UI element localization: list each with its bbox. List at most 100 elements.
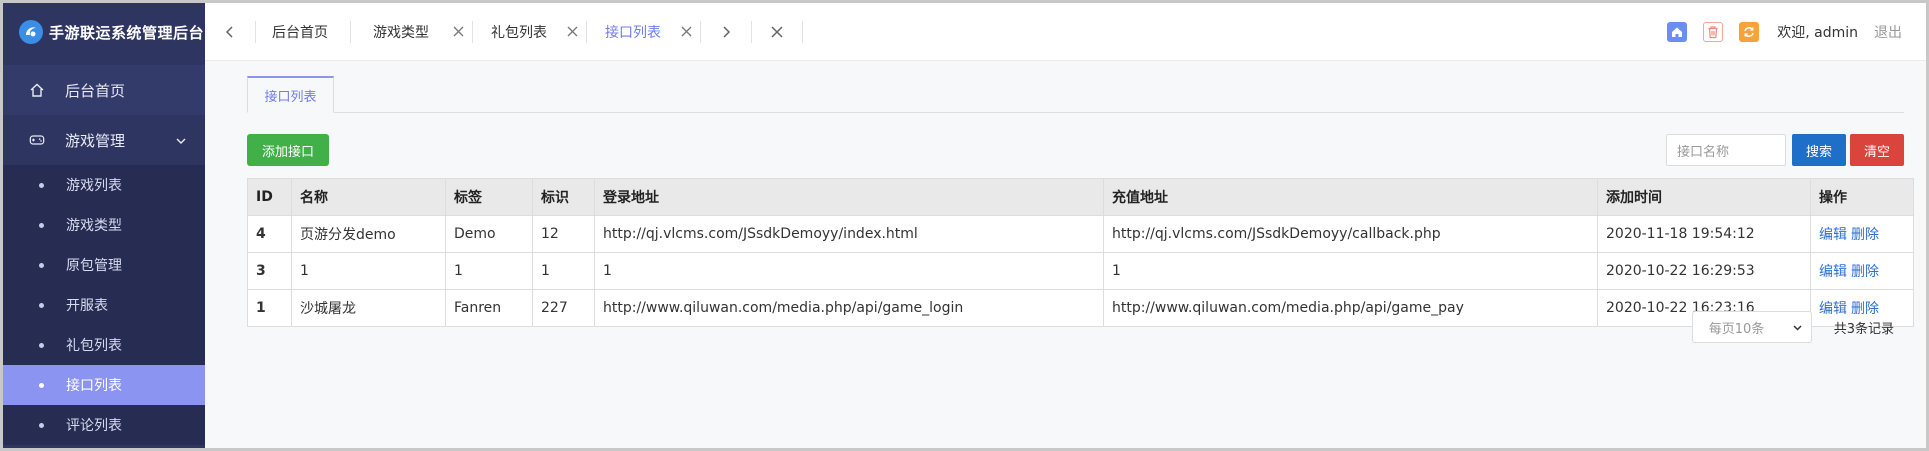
interface-table: ID 名称 标签 标识 登录地址 充值地址 添加时间 操作 4 页游分发demo	[247, 178, 1914, 327]
home-icon[interactable]	[1667, 22, 1688, 42]
bullet-icon	[39, 342, 44, 348]
tab-home[interactable]: 后台首页	[256, 3, 350, 61]
tabs-scroll-left-button[interactable]	[205, 3, 255, 61]
close-icon[interactable]	[453, 26, 464, 37]
table-header-row: ID 名称 标签 标识 登录地址 充值地址 添加时间 操作	[247, 178, 1914, 216]
brand: 手游联运系统管理后台	[3, 3, 205, 61]
chevron-right-icon	[723, 25, 731, 38]
total-records: 共3条记录	[1833, 321, 1894, 337]
divider	[802, 20, 803, 43]
table-row: 4 页游分发demo Demo 12 http://qj.vlcms.com/J…	[247, 215, 1914, 253]
search-button[interactable]: 搜索	[1792, 134, 1846, 166]
column-header-pay-url: 充值地址	[1103, 178, 1598, 216]
sidebar-item-server-schedule[interactable]: 开服表	[3, 285, 205, 325]
logout-link[interactable]: 退出	[1874, 22, 1902, 42]
bullet-icon	[39, 182, 44, 188]
tab-interface-list-page[interactable]: 接口列表	[247, 76, 334, 113]
edit-link[interactable]: 编辑	[1819, 227, 1847, 243]
gamepad-icon	[29, 132, 45, 148]
column-header-name: 名称	[291, 178, 446, 216]
delete-link[interactable]: 删除	[1851, 264, 1879, 280]
tabs-scroll-right-button[interactable]	[701, 3, 751, 61]
cell-tag: Fanren	[445, 289, 533, 327]
cell-name: 页游分发demo	[291, 215, 446, 253]
add-interface-button[interactable]: 添加接口	[247, 134, 329, 166]
tab-interface-list[interactable]: 接口列表	[587, 3, 700, 61]
cell-id: 1	[247, 289, 292, 327]
column-header-flag: 标识	[532, 178, 595, 216]
trash-icon[interactable]	[1703, 22, 1724, 42]
sidebar-item-label: 接口列表	[66, 378, 122, 394]
sidebar-group-game-management[interactable]: 游戏管理	[3, 115, 205, 165]
close-icon	[771, 25, 783, 38]
tab-label: 游戏类型	[373, 24, 429, 41]
bullet-icon	[39, 422, 44, 428]
tab-game-type[interactable]: 游戏类型	[351, 3, 472, 61]
cell-pay-url: http://qj.vlcms.com/JSsdkDemoyy/callback…	[1103, 215, 1598, 253]
home-outline-icon	[29, 82, 45, 98]
sidebar-group-label: 游戏管理	[65, 131, 126, 150]
interface-name-search-input[interactable]: 接口名称	[1666, 134, 1786, 166]
clear-button[interactable]: 清空	[1850, 134, 1904, 166]
cell-login-url: http://www.qiluwan.com/media.php/api/gam…	[594, 289, 1104, 327]
toolbar: 添加接口 接口名称 搜索 清空	[247, 134, 1904, 166]
cell-name: 沙城屠龙	[291, 289, 446, 327]
tab-label: 后台首页	[272, 24, 328, 41]
sidebar-item-game-list[interactable]: 游戏列表	[3, 165, 205, 205]
cell-add-time: 2020-11-18 19:54:12	[1597, 215, 1811, 253]
cell-name: 1	[291, 252, 446, 290]
tab-gift-list[interactable]: 礼包列表	[473, 3, 586, 61]
sidebar-item-gift-list[interactable]: 礼包列表	[3, 325, 205, 365]
cell-flag: 12	[532, 215, 595, 253]
chevron-down-icon	[1792, 322, 1803, 337]
cell-id: 3	[247, 252, 292, 290]
close-icon[interactable]	[681, 26, 692, 37]
sidebar-item-game-type[interactable]: 游戏类型	[3, 205, 205, 245]
sidebar-item-comment-list[interactable]: 评论列表	[3, 405, 205, 445]
bullet-icon	[39, 222, 44, 228]
column-header-add-time: 添加时间	[1597, 178, 1811, 216]
search-group: 接口名称 搜索 清空	[1666, 134, 1904, 166]
cell-login-url: 1	[594, 252, 1104, 290]
delete-link[interactable]: 删除	[1851, 227, 1879, 243]
cell-add-time: 2020-10-22 16:29:53	[1597, 252, 1811, 290]
per-page-select[interactable]: 每页10条	[1691, 311, 1812, 343]
sidebar-item-label: 礼包列表	[66, 338, 122, 354]
cell-id: 4	[247, 215, 292, 253]
cell-tag: Demo	[445, 215, 533, 253]
bullet-icon	[39, 382, 44, 388]
sidebar-submenu: 游戏列表 游戏类型 原包管理 开服表 礼包列表 接口列表 评论列表	[3, 165, 205, 445]
sidebar-item-original-package[interactable]: 原包管理	[3, 245, 205, 285]
cell-login-url: http://qj.vlcms.com/JSsdkDemoyy/index.ht…	[594, 215, 1104, 253]
close-icon[interactable]	[567, 26, 578, 37]
sidebar-item-label: 开服表	[66, 298, 108, 314]
sidebar-item-interface-list[interactable]: 接口列表	[3, 365, 205, 405]
sidebar-item-label: 原包管理	[66, 258, 122, 274]
table-row: 1 沙城屠龙 Fanren 227 http://www.qiluwan.com…	[247, 289, 1914, 327]
sidebar-item-label: 后台首页	[65, 81, 126, 100]
cell-tag: 1	[445, 252, 533, 290]
tab-label: 接口列表	[605, 24, 661, 41]
topbar-right: 欢迎, admin 退出	[1651, 3, 1902, 61]
sidebar-item-home[interactable]: 后台首页	[3, 65, 205, 115]
main-content: 接口列表 添加接口 接口名称 搜索 清空 ID 名称 标签 标识 登录地址 充值…	[205, 61, 1926, 448]
cell-actions: 编辑 删除	[1810, 215, 1914, 253]
app-window: 手游联运系统管理后台 后台首页 游戏管理 游戏列表 游戏类型 原包管理 开服表 …	[0, 0, 1929, 451]
sidebar-item-label: 评论列表	[66, 418, 122, 434]
cell-flag: 227	[532, 289, 595, 327]
chevron-down-icon	[175, 133, 187, 151]
close-all-tabs-button[interactable]	[752, 3, 802, 61]
column-header-id: ID	[247, 178, 292, 216]
cell-flag: 1	[532, 252, 595, 290]
cell-pay-url: 1	[1103, 252, 1598, 290]
chevron-left-icon	[225, 25, 233, 38]
bullet-icon	[39, 262, 44, 268]
sidebar-item-label: 游戏列表	[66, 178, 122, 194]
refresh-icon[interactable]	[1739, 22, 1760, 42]
pagination: 每页10条 共3条记录	[1691, 311, 1894, 343]
page-tab-bar: 接口列表	[247, 76, 1904, 113]
column-header-actions: 操作	[1810, 178, 1914, 216]
column-header-login-url: 登录地址	[594, 178, 1104, 216]
sidebar-item-label: 游戏类型	[66, 218, 122, 234]
edit-link[interactable]: 编辑	[1819, 264, 1847, 280]
